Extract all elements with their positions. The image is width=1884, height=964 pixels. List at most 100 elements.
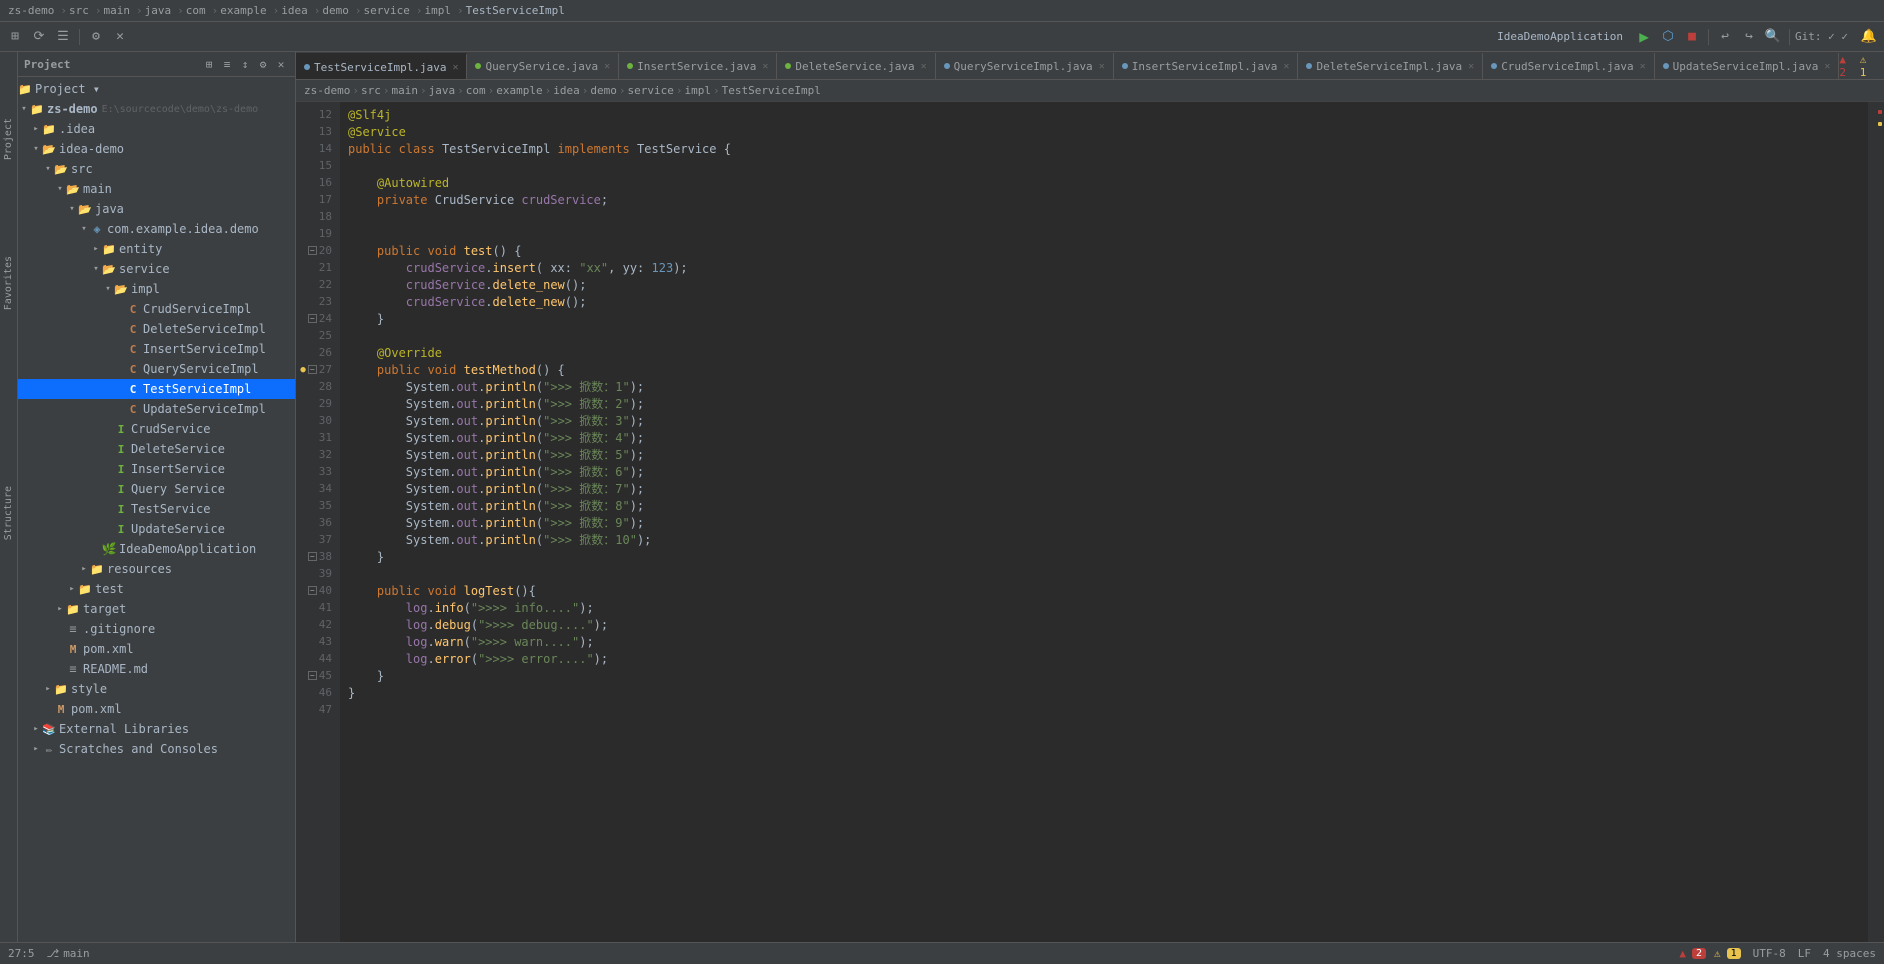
tree-item-zs-demo[interactable]: ▾ 📁 zs-demo E:\sourcecode\demo\zs-demo xyxy=(18,99,295,119)
tree-item-query-service[interactable]: I Query Service xyxy=(18,479,295,499)
tab-close-btn[interactable]: ✕ xyxy=(604,61,610,72)
tree-item-target[interactable]: ▸ 📁 target xyxy=(18,599,295,619)
breadcrumb-com[interactable]: com xyxy=(186,4,206,17)
tree-item-insert-service-impl[interactable]: C InsertServiceImpl xyxy=(18,339,295,359)
bc-zs-demo[interactable]: zs-demo xyxy=(304,84,350,97)
tree-item-pom-xml[interactable]: M pom.xml xyxy=(18,639,295,659)
tree-item-crud-service[interactable]: I CrudService xyxy=(18,419,295,439)
tab-delete-service-impl[interactable]: DeleteServiceImpl.java ✕ xyxy=(1298,53,1483,79)
bc-java[interactable]: java xyxy=(429,84,456,97)
bc-service[interactable]: service xyxy=(627,84,673,97)
tree-item-resources[interactable]: ▸ 📁 resources xyxy=(18,559,295,579)
settings-btn[interactable]: ⚙ xyxy=(85,26,107,48)
tree-item-crud-service-impl[interactable]: C CrudServiceImpl xyxy=(18,299,295,319)
tab-close-btn[interactable]: ✕ xyxy=(1283,61,1289,72)
tree-item-gitignore[interactable]: ≡ .gitignore xyxy=(18,619,295,639)
vtab-structure[interactable]: Structure xyxy=(1,480,16,546)
tree-item-readme[interactable]: ≡ README.md xyxy=(18,659,295,679)
tree-item-delete-service[interactable]: I DeleteService xyxy=(18,439,295,459)
vtab-project[interactable]: Project xyxy=(1,112,16,166)
close-panel-btn[interactable]: ✕ xyxy=(109,26,131,48)
breadcrumb-idea[interactable]: idea xyxy=(281,4,308,17)
bc-class[interactable]: TestServiceImpl xyxy=(722,84,821,97)
breadcrumb-demo[interactable]: demo xyxy=(322,4,349,17)
bc-example[interactable]: example xyxy=(496,84,542,97)
tree-item-scratches[interactable]: ▸ ✏ Scratches and Consoles xyxy=(18,739,295,759)
tree-item-update-service[interactable]: I UpdateService xyxy=(18,519,295,539)
tab-query-service-impl[interactable]: QueryServiceImpl.java ✕ xyxy=(936,53,1114,79)
tab-insert-service[interactable]: InsertService.java ✕ xyxy=(619,53,777,79)
redo-button[interactable]: ↪ xyxy=(1738,26,1760,48)
search-everywhere-btn[interactable]: 🔍 xyxy=(1762,26,1784,48)
tree-item-ext-libs[interactable]: ▸ 📚 External Libraries xyxy=(18,719,295,739)
tab-update-service-impl[interactable]: UpdateServiceImpl.java ✕ xyxy=(1655,53,1840,79)
tree-item-project[interactable]: 📁 Project ▾ xyxy=(18,79,295,99)
project-tool-btn[interactable]: ⊞ xyxy=(4,26,26,48)
tree-item-pom-root[interactable]: M pom.xml xyxy=(18,699,295,719)
panel-tool-list[interactable]: ≡ xyxy=(219,56,235,72)
tree-item-com-example[interactable]: ▾ ◈ com.example.idea.demo xyxy=(18,219,295,239)
tab-close-btn[interactable]: ✕ xyxy=(762,61,768,72)
tree-item-java[interactable]: ▾ 📂 java xyxy=(18,199,295,219)
tab-close-btn[interactable]: ✕ xyxy=(1099,61,1105,72)
breadcrumb-src[interactable]: src xyxy=(69,4,89,17)
debug-button[interactable]: ⬡ xyxy=(1657,26,1679,48)
tab-close-btn[interactable]: ✕ xyxy=(1640,61,1646,72)
bc-impl[interactable]: impl xyxy=(684,84,711,97)
vtab-favorites[interactable]: Favorites xyxy=(1,250,16,316)
tab-query-service[interactable]: QueryService.java ✕ xyxy=(467,53,619,79)
breadcrumb-zs-demo[interactable]: zs-demo xyxy=(8,4,54,17)
bc-com[interactable]: com xyxy=(466,84,486,97)
panel-tool-close[interactable]: ✕ xyxy=(273,56,289,72)
breadcrumb-impl[interactable]: impl xyxy=(424,4,451,17)
status-git-branch[interactable]: ⎇ main xyxy=(47,947,90,960)
undo-button[interactable]: ↩ xyxy=(1714,26,1736,48)
structure-btn[interactable]: ☰ xyxy=(52,26,74,48)
tab-close-btn[interactable]: ✕ xyxy=(1468,61,1474,72)
breadcrumb-example[interactable]: example xyxy=(220,4,266,17)
stop-button[interactable]: ■ xyxy=(1681,26,1703,48)
tab-crud-service-impl[interactable]: CrudServiceImpl.java ✕ xyxy=(1483,53,1654,79)
tab-test-service-impl[interactable]: TestServiceImpl.java ✕ xyxy=(296,53,467,79)
bc-idea[interactable]: idea xyxy=(553,84,580,97)
tab-delete-service[interactable]: DeleteService.java ✕ xyxy=(777,53,935,79)
breadcrumb-main[interactable]: main xyxy=(103,4,130,17)
bc-main[interactable]: main xyxy=(391,84,418,97)
tree-item-impl[interactable]: ▾ 📂 impl xyxy=(18,279,295,299)
bc-src[interactable]: src xyxy=(361,84,381,97)
status-encoding[interactable]: UTF-8 xyxy=(1753,947,1786,960)
status-indent[interactable]: 4 spaces xyxy=(1823,947,1876,960)
tree-item-entity[interactable]: ▸ 📁 entity xyxy=(18,239,295,259)
tree-item-service[interactable]: ▾ 📂 service xyxy=(18,259,295,279)
panel-tool-sort[interactable]: ↕ xyxy=(237,56,253,72)
tree-item-test-service[interactable]: I TestService xyxy=(18,499,295,519)
tree-item-main[interactable]: ▾ 📂 main xyxy=(18,179,295,199)
tree-item-idea-demo-app[interactable]: 🌿 IdeaDemoApplication xyxy=(18,539,295,559)
tab-close-btn[interactable]: ✕ xyxy=(1824,61,1830,72)
sync-btn[interactable]: ⟳ xyxy=(28,26,50,48)
tree-item-style[interactable]: ▸ 📁 style xyxy=(18,679,295,699)
status-errors[interactable]: ▲ 2 ⚠ 1 xyxy=(1679,947,1740,960)
tree-item-update-service-impl[interactable]: C UpdateServiceImpl xyxy=(18,399,295,419)
bc-demo[interactable]: demo xyxy=(590,84,617,97)
tab-close-btn[interactable]: ✕ xyxy=(921,61,927,72)
panel-tool-layout[interactable]: ⊞ xyxy=(201,56,217,72)
status-line-col[interactable]: 27:5 xyxy=(8,947,35,960)
tree-item-test[interactable]: ▸ 📁 test xyxy=(18,579,295,599)
tree-item-idea-demo[interactable]: ▾ 📂 idea-demo xyxy=(18,139,295,159)
tab-close-btn[interactable]: ✕ xyxy=(452,62,458,73)
code-content[interactable]: @Slf4j @Service public class TestService… xyxy=(340,102,1868,942)
tree-item-insert-service[interactable]: I InsertService xyxy=(18,459,295,479)
panel-tool-settings[interactable]: ⚙ xyxy=(255,56,271,72)
breadcrumb-service[interactable]: service xyxy=(363,4,409,17)
status-line-sep[interactable]: LF xyxy=(1798,947,1811,960)
tree-item-idea[interactable]: ▸ 📁 .idea xyxy=(18,119,295,139)
tree-item-src[interactable]: ▾ 📂 src xyxy=(18,159,295,179)
tree-item-delete-service-impl[interactable]: C DeleteServiceImpl xyxy=(18,319,295,339)
tab-insert-service-impl[interactable]: InsertServiceImpl.java ✕ xyxy=(1114,53,1299,79)
tree-item-query-service-impl[interactable]: C QueryServiceImpl xyxy=(18,359,295,379)
tree-item-test-service-impl[interactable]: C TestServiceImpl xyxy=(18,379,295,399)
run-button[interactable]: ▶ xyxy=(1633,26,1655,48)
notifications-btn[interactable]: 🔔 xyxy=(1858,26,1880,48)
breadcrumb-java[interactable]: java xyxy=(145,4,172,17)
